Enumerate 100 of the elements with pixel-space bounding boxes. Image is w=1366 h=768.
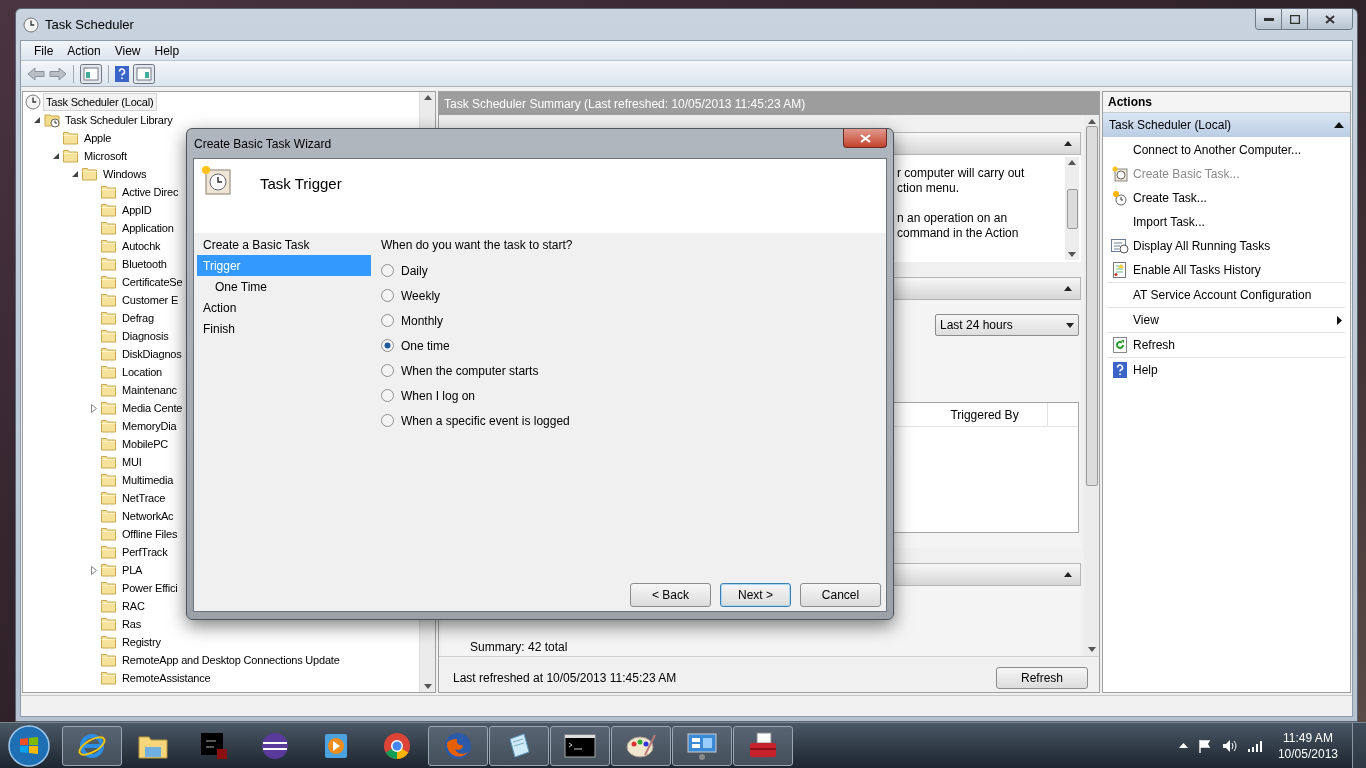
network-signal-icon[interactable] [1247,739,1264,752]
scrollbar-thumb[interactable] [1066,188,1078,229]
collapse-arrow-icon[interactable] [1064,141,1072,146]
action-item[interactable]: Connect to Another Computer... [1107,138,1346,162]
action-item[interactable]: AT Service Account Configuration [1107,283,1346,307]
collapse-arrow-icon[interactable] [1064,572,1072,577]
forward-arrow-icon[interactable] [49,66,67,81]
expanded-arrow-icon[interactable] [53,153,59,159]
vertical-scrollbar[interactable] [1065,157,1079,260]
wizard-button[interactable]: < Back [630,583,711,607]
radio-option[interactable]: When a specific event is logged [381,408,886,433]
tree-item[interactable]: Application [119,219,177,237]
action-item[interactable]: Help [1107,358,1346,382]
tree-item[interactable]: Bluetooth [119,255,170,273]
collapsed-arrow-icon[interactable] [91,403,97,413]
tree-item[interactable]: Windows [100,165,150,183]
collapse-arrow-icon[interactable] [1334,122,1344,128]
back-arrow-icon[interactable] [27,66,45,81]
radio-button[interactable] [381,364,394,377]
radio-button[interactable] [381,339,394,352]
tree-item[interactable]: DiskDiagnos [119,345,185,363]
taskbar-button[interactable] [611,725,671,766]
tree-item[interactable]: Task Scheduler (Local) [43,93,157,111]
tree-item[interactable]: MUI [119,453,145,471]
wizard-step[interactable]: Action [197,297,371,318]
action-item[interactable]: View [1107,308,1346,332]
tree-item[interactable]: MemoryDia [119,417,180,435]
tree-item[interactable]: Multimedia [119,471,177,489]
show-hidden-icons-icon[interactable] [1178,743,1188,748]
tree-item[interactable]: Media Cente [119,399,186,417]
maximize-button[interactable] [1282,9,1308,29]
radio-button[interactable] [381,314,394,327]
scroll-down-icon[interactable] [1068,252,1076,257]
tree-item[interactable]: Apple [81,129,115,147]
tree-item[interactable]: Registry [119,633,164,651]
radio-option[interactable]: Monthly [381,308,886,333]
scroll-up-icon[interactable] [423,95,432,100]
tree-item[interactable]: CertificateSe [119,273,186,291]
wizard-step[interactable]: Create a Basic Task [197,234,371,255]
radio-option[interactable]: Weekly [381,283,886,308]
close-button[interactable] [1308,9,1352,29]
tree-item[interactable]: Active Direc [119,183,182,201]
start-button[interactable] [6,723,52,768]
action-group-header[interactable]: Task Scheduler (Local) [1103,113,1350,137]
tree-item[interactable]: Task Scheduler Library [62,111,176,129]
wizard-button[interactable]: Next > [720,583,791,607]
wizard-step[interactable]: Finish [197,318,371,339]
action-item[interactable]: Display All Running Tasks [1107,234,1346,258]
tree-item[interactable]: RemoteApp and Desktop Connections Update [119,651,343,669]
action-item[interactable]: Import Task... [1107,210,1346,234]
tree-item[interactable]: PLA [119,561,146,579]
tree-item[interactable]: Ras [119,615,144,633]
wizard-button[interactable]: Cancel [800,583,881,607]
expanded-arrow-icon[interactable] [72,171,78,177]
tree-item[interactable]: NetworkAc [119,507,177,525]
action-item[interactable]: Refresh [1107,333,1346,357]
scroll-down-icon[interactable] [1087,647,1096,652]
wizard-step[interactable]: One Time [197,276,371,297]
tree-item[interactable]: Customer E [119,291,182,309]
tree-item[interactable]: Maintenanc [119,381,180,399]
radio-button[interactable] [381,414,394,427]
radio-button[interactable] [381,289,394,302]
tree-item[interactable]: RAC [119,597,148,615]
action-pane-toggle-icon[interactable] [133,63,155,84]
tree-item[interactable]: PerfTrack [119,543,171,561]
tree-item[interactable]: Defrag [119,309,157,327]
tree-item[interactable]: RemoteAssistance [119,669,214,687]
minimize-button[interactable] [1256,9,1282,29]
taskbar-button[interactable] [733,725,793,766]
radio-option[interactable]: When I log on [381,383,886,408]
flag-icon[interactable] [1197,738,1212,753]
expanded-arrow-icon[interactable] [34,117,40,123]
clock[interactable]: 11:49 AM 10/05/2013 [1273,729,1342,762]
radio-button[interactable] [381,389,394,402]
scroll-down-icon[interactable] [423,684,432,689]
help-icon[interactable] [115,65,129,82]
scroll-up-icon[interactable] [1068,160,1076,165]
radio-option[interactable]: When the computer starts [381,358,886,383]
show-desktop-button[interactable] [1352,723,1366,768]
close-button[interactable] [843,129,887,148]
radio-option[interactable]: One time [381,333,886,358]
radio-option[interactable]: Daily [381,258,886,283]
speaker-icon[interactable] [1221,738,1238,753]
menu-item[interactable]: Action [60,41,108,60]
console-tree-toggle-icon[interactable] [80,63,102,84]
refresh-button[interactable]: Refresh [996,666,1088,689]
tree-item[interactable]: MobilePC [119,435,172,453]
action-item[interactable]: Create Task... [1107,186,1346,210]
taskbar-button[interactable] [550,725,610,766]
vertical-scrollbar[interactable] [1084,115,1099,656]
collapsed-arrow-icon[interactable] [91,565,97,575]
taskbar-button[interactable] [672,725,732,766]
tree-item[interactable]: Autochk [119,237,164,255]
tree-item[interactable]: NetTrace [119,489,169,507]
tree-item[interactable]: AppID [119,201,155,219]
collapse-arrow-icon[interactable] [1064,286,1072,291]
column-header[interactable]: Triggered By [922,403,1048,426]
menu-item[interactable]: Help [147,41,187,60]
scrollbar-thumb[interactable] [1085,126,1098,486]
tree-item[interactable]: Location [119,363,165,381]
